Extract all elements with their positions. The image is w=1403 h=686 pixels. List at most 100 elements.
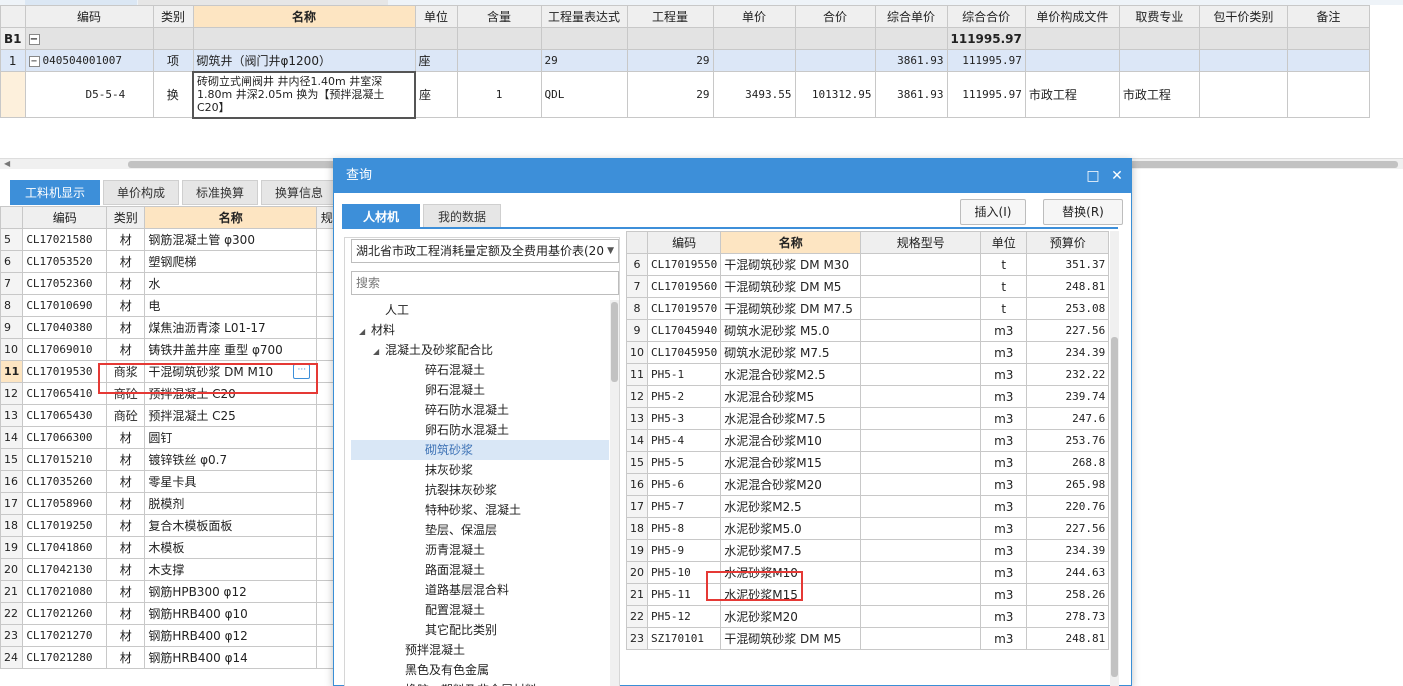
material-name[interactable]: 钢筋混凝土管 φ300 [144, 228, 318, 251]
material-row[interactable]: 19 CL17041860 材木模板 [0, 536, 338, 559]
material-row[interactable]: 21 CL17021080 材钢筋HPB300 φ12 [0, 580, 338, 603]
col-remark[interactable]: 备注 [1286, 5, 1370, 28]
material-row[interactable]: 17 CL17058960 材脱模剂 [0, 492, 338, 515]
minus-square-icon[interactable]: − [28, 55, 40, 67]
result-row[interactable]: 23 SZ170101 干混砌筑砂浆 DM M5 m3 248.81 [626, 627, 1110, 650]
col-spec[interactable]: 取费专业 [1118, 5, 1200, 28]
quota-name-editor[interactable]: 砖砌立式闸阀井 井内径1.40m 井室深1.80m 井深2.05m 换为【预拌混… [192, 70, 416, 119]
minus-square-icon[interactable]: − [28, 33, 40, 45]
tree-node[interactable]: 道路基层混合料 [351, 580, 609, 600]
material-row[interactable]: 24 CL17021280 材钢筋HRB400 φ14 [0, 646, 338, 669]
replace-button[interactable]: 替换(R) [1043, 199, 1123, 225]
result-row[interactable]: 11 PH5-1 水泥混合砂浆M2.5 m3 232.22 [626, 363, 1110, 386]
tree-node[interactable]: ◢ 材料 [351, 320, 609, 340]
tab-my-data[interactable]: 我的数据 [423, 204, 501, 228]
material-name[interactable]: 水 [144, 272, 318, 295]
material-row[interactable]: 10 CL17069010 材铸铁井盖井座 重型 φ700 [0, 338, 338, 361]
material-row[interactable]: 23 CL17021270 材钢筋HRB400 φ12 [0, 624, 338, 647]
material-name[interactable]: 铸铁井盖井座 重型 φ700 [144, 338, 318, 361]
material-name[interactable]: 塑钢爬梯 [144, 250, 318, 273]
material-row[interactable]: 9 CL17040380 材煤焦油沥青漆 L01-17 [0, 316, 338, 339]
material-name[interactable]: 煤焦油沥青漆 L01-17 [144, 316, 318, 339]
tree-node[interactable]: 抹灰砂浆 [351, 460, 609, 480]
mat-col-name[interactable]: 名称 [144, 206, 318, 229]
ellipsis-icon[interactable]: ··· [293, 364, 311, 379]
tab-standard-conversion[interactable]: 标准换算 [182, 180, 258, 205]
material-row[interactable]: 16 CL17035260 材零星卡具 [0, 470, 338, 493]
result-row[interactable]: 13 PH5-3 水泥混合砂浆M7.5 m3 247.6 [626, 407, 1110, 430]
col-content[interactable]: 含量 [456, 5, 542, 28]
tree-node[interactable]: 黑色及有色金属 [351, 660, 609, 680]
material-row[interactable]: 12 CL17065410 商砼 预拌混凝土 C20 [0, 382, 338, 405]
material-row[interactable]: 8 CL17010690 材电 [0, 294, 338, 317]
result-row[interactable]: 19 PH5-9 水泥砂浆M7.5 m3 234.39 [626, 539, 1110, 562]
result-row[interactable]: 14 PH5-4 水泥混合砂浆M10 m3 253.76 [626, 429, 1110, 452]
tree-node[interactable]: 沥青混凝土 [351, 540, 609, 560]
col-qty[interactable]: 工程量 [626, 5, 714, 28]
result-row[interactable]: 7 CL17019560 干混砌筑砂浆 DM M5 t 248.81 [626, 275, 1110, 298]
col-file[interactable]: 单价构成文件 [1024, 5, 1120, 28]
result-row[interactable]: 15 PH5-5 水泥混合砂浆M15 m3 268.8 [626, 451, 1110, 474]
res-col-price[interactable]: 预算价 [1026, 231, 1110, 254]
material-row[interactable]: 20 CL17042130 材木支撑 [0, 558, 338, 581]
material-name[interactable]: 电 [144, 294, 318, 317]
res-col-spec[interactable]: 规格型号 [860, 231, 982, 254]
dialog-titlebar[interactable]: 查询 □ ✕ [334, 159, 1131, 193]
col-amount[interactable]: 合价 [794, 5, 876, 28]
results-scroll-thumb[interactable] [1111, 337, 1118, 677]
material-row[interactable]: 18 CL17019250 材复合木模板面板 [0, 514, 338, 537]
tree-scroll-thumb[interactable] [611, 302, 618, 382]
col-package[interactable]: 包干价类别 [1198, 5, 1288, 28]
material-name[interactable]: 钢筋HRB400 φ10 [144, 602, 318, 625]
material-name[interactable]: 木模板 [144, 536, 318, 559]
tab-labor-material-machine[interactable]: 人材机 [342, 204, 420, 228]
material-name[interactable]: 钢筋HPB300 φ12 [144, 580, 318, 603]
col-expr[interactable]: 工程量表达式 [540, 5, 628, 28]
result-row[interactable]: 6 CL17019550 干混砌筑砂浆 DM M30 t 351.37 [626, 253, 1110, 276]
tree-node[interactable]: 抗裂抹灰砂浆 [351, 480, 609, 500]
tree-node[interactable]: 预拌混凝土 [351, 640, 609, 660]
result-row[interactable]: 8 CL17019570 干混砌筑砂浆 DM M7.5 t 253.08 [626, 297, 1110, 320]
result-row[interactable]: 9 CL17045940 砌筑水泥砂浆 M5.0 m3 227.56 [626, 319, 1110, 342]
quota-row[interactable]: 1 −040504001007 项 砌筑井（阀门井φ1200） 座 29 29 … [0, 49, 1370, 72]
material-name[interactable]: 预拌混凝土 C25 [144, 404, 318, 427]
material-row[interactable]: 11 CL17019530 商浆 干混砌筑砂浆 DM M10 ··· [0, 360, 338, 383]
tab-material-display[interactable]: 工料机显示 [10, 180, 100, 205]
tree-scrollbar[interactable] [610, 300, 619, 686]
results-scrollbar[interactable] [1110, 231, 1119, 686]
maximize-icon[interactable]: □ [1083, 159, 1103, 193]
result-row[interactable]: 21 PH5-11 水泥砂浆M15 m3 258.26 [626, 583, 1110, 606]
quota-subrow[interactable]: D5-5-4 换 砖砌立式闸阀井 井内径1.40m 井室深1.80m 井深2.0… [0, 70, 1370, 119]
tab-price-composition[interactable]: 单价构成 [103, 180, 179, 205]
result-row[interactable]: 20 PH5-10 水泥砂浆M10 m3 244.63 [626, 561, 1110, 584]
material-name[interactable]: 钢筋HRB400 φ14 [144, 646, 318, 669]
material-name[interactable]: 复合木模板面板 [144, 514, 318, 537]
result-row[interactable]: 10 CL17045950 砌筑水泥砂浆 M7.5 m3 234.39 [626, 341, 1110, 364]
scroll-left-icon[interactable]: ◀ [4, 159, 10, 168]
material-row[interactable]: 7 CL17052360 材水 [0, 272, 338, 295]
result-row[interactable]: 18 PH5-8 水泥砂浆M5.0 m3 227.56 [626, 517, 1110, 540]
tree-node[interactable]: 其它配比类别 [351, 620, 609, 640]
result-row[interactable]: 16 PH5-6 水泥混合砂浆M20 m3 265.98 [626, 473, 1110, 496]
tree-node[interactable]: 碎石防水混凝土 [351, 400, 609, 420]
material-name[interactable]: 钢筋HRB400 φ12 [144, 624, 318, 647]
res-col-unit[interactable]: 单位 [980, 231, 1028, 254]
tree-expand-icon[interactable]: ◢ [373, 342, 385, 362]
material-row[interactable]: 15 CL17015210 材镀锌铁丝 φ0.7 [0, 448, 338, 471]
material-name[interactable]: 圆钉 [144, 426, 318, 449]
material-row[interactable]: 13 CL17065430 商砼 预拌混凝土 C25 [0, 404, 338, 427]
res-col-code[interactable]: 编码 [646, 231, 722, 254]
material-row[interactable]: 14 CL17066300 材圆钉 [0, 426, 338, 449]
tree-node[interactable]: 特种砂浆、混凝土 [351, 500, 609, 520]
material-row[interactable]: 5 CL17021580 材钢筋混凝土管 φ300 [0, 228, 338, 251]
result-row[interactable]: 17 PH5-7 水泥砂浆M2.5 m3 220.76 [626, 495, 1110, 518]
col-unit[interactable]: 单位 [414, 5, 458, 28]
col-type[interactable]: 类别 [152, 5, 194, 28]
search-input[interactable]: 搜索 [351, 271, 619, 295]
tree-node[interactable]: 卵石混凝土 [351, 380, 609, 400]
tree-node[interactable]: 垫层、保温层 [351, 520, 609, 540]
material-name[interactable]: 镀锌铁丝 φ0.7 [144, 448, 318, 471]
tree-node[interactable]: ◢ 混凝土及砂浆配合比 [351, 340, 609, 360]
result-row[interactable]: 12 PH5-2 水泥混合砂浆M5 m3 239.74 [626, 385, 1110, 408]
material-name[interactable]: 干混砌筑砂浆 DM M10 ··· [144, 360, 318, 383]
